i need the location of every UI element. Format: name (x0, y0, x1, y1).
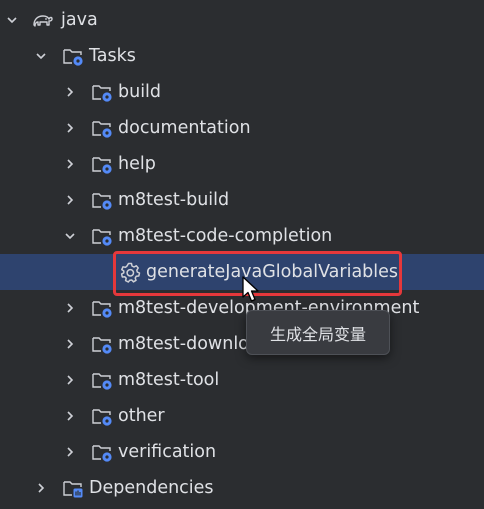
chevron-right-icon[interactable] (62, 182, 78, 218)
tree-node-java[interactable]: java (0, 2, 484, 38)
mouse-cursor-icon (242, 276, 259, 302)
tree-node-documentation[interactable]: documentation (0, 110, 484, 146)
task-description-tooltip: 生成全局变量 (246, 310, 390, 355)
task-folder-icon (91, 369, 113, 391)
tree-node-label: Tasks (89, 46, 136, 66)
tree-node-verification[interactable]: verification (0, 434, 484, 470)
task-folder-icon (91, 297, 113, 319)
tree-node-label: Dependencies (89, 478, 214, 498)
chevron-down-icon[interactable] (62, 218, 78, 254)
tree-node-label: m8test-build (118, 190, 230, 210)
task-folder-icon (91, 81, 113, 103)
tree-node-label: generateJavaGlobalVariables (146, 262, 399, 282)
tree-node-m8test-code-completion[interactable]: m8test-code-completion (0, 218, 484, 254)
chevron-right-icon[interactable] (33, 470, 49, 506)
tree-node-label: build (118, 82, 162, 102)
chevron-down-icon[interactable] (4, 2, 20, 38)
chevron-right-icon[interactable] (62, 398, 78, 434)
tree-node-build[interactable]: build (0, 74, 484, 110)
chevron-right-icon[interactable] (62, 290, 78, 326)
task-folder-icon (91, 441, 113, 463)
chevron-right-icon[interactable] (62, 146, 78, 182)
tooltip-text: 生成全局变量 (269, 324, 366, 344)
chevron-down-icon[interactable] (33, 38, 49, 74)
chevron-right-icon[interactable] (62, 110, 78, 146)
dependencies-folder-icon (62, 477, 84, 499)
gradle-elephant-icon (31, 9, 53, 31)
tree-node-m8test-download[interactable]: m8test-download (0, 326, 484, 362)
tree-node-label: m8test-tool (118, 370, 220, 390)
task-folder-icon (91, 333, 113, 355)
tree-node-dependencies[interactable]: Dependencies (0, 470, 484, 506)
tree-node-label: other (118, 406, 165, 426)
task-folder-icon (91, 153, 113, 175)
tree-node-label: documentation (118, 118, 251, 138)
tree-node-label: m8test-code-completion (118, 226, 333, 246)
tree-node-tasks[interactable]: Tasks (0, 38, 484, 74)
tree-node-label: java (61, 10, 98, 30)
tree-node-m8test-build[interactable]: m8test-build (0, 182, 484, 218)
task-folder-icon (91, 117, 113, 139)
task-folder-icon (91, 405, 113, 427)
chevron-right-icon[interactable] (62, 326, 78, 362)
task-folder-icon (62, 45, 84, 67)
task-folder-icon (91, 189, 113, 211)
chevron-right-icon[interactable] (62, 434, 78, 470)
chevron-right-icon[interactable] (62, 74, 78, 110)
chevron-right-icon[interactable] (62, 362, 78, 398)
task-folder-icon (91, 225, 113, 247)
tree-node-label: help (118, 154, 156, 174)
tree-node-label: verification (118, 442, 217, 462)
gradle-tool-window-tree: java Tasks build documentation help m8te… (0, 0, 484, 509)
tree-node-help[interactable]: help (0, 146, 484, 182)
gear-icon (119, 261, 141, 283)
tree-node-m8test-tool[interactable]: m8test-tool (0, 362, 484, 398)
tree-node-other[interactable]: other (0, 398, 484, 434)
